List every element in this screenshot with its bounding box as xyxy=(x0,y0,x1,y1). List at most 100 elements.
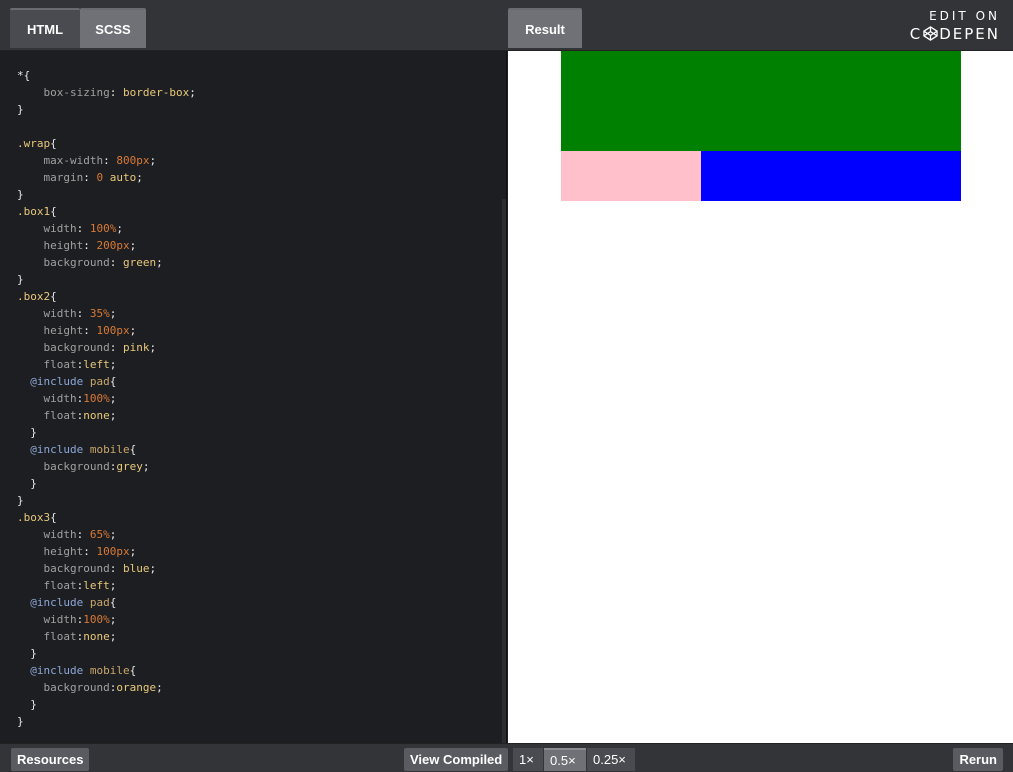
code-token: .box2 xyxy=(17,290,51,303)
code-line: box-sizing: border-box; xyxy=(17,84,196,101)
code-token: ; xyxy=(109,579,117,592)
code-token: ; xyxy=(156,256,163,269)
code-token: width xyxy=(17,392,77,405)
code-token: 800px xyxy=(116,154,150,167)
code-token: 100% xyxy=(83,613,110,626)
code-token: ; xyxy=(149,562,157,575)
code-token: { xyxy=(50,290,57,303)
code-token: grey xyxy=(116,460,143,473)
code-token: } xyxy=(17,647,37,660)
scss-editor[interactable]: *{ box-sizing: border-box;} .wrap{ max-wi… xyxy=(0,51,507,743)
code-token: @include xyxy=(17,443,84,456)
code-token: height xyxy=(17,545,84,558)
zoom-0-25x-button[interactable]: 0.25× xyxy=(587,748,635,771)
code-token: .wrap xyxy=(17,137,51,150)
tab-result[interactable]: Result xyxy=(508,8,582,48)
code-token: { xyxy=(129,664,137,677)
code-line: background:grey; xyxy=(17,458,196,475)
code-token: orange xyxy=(116,681,157,694)
code-token: { xyxy=(109,596,117,609)
zoom-1x-button[interactable]: 1× xyxy=(513,748,543,771)
code-token: ; xyxy=(129,324,137,337)
tab-scss[interactable]: SCSS xyxy=(80,8,146,48)
code-token: 100px xyxy=(96,545,130,558)
code-token: : xyxy=(83,171,97,184)
code-token: left xyxy=(83,358,110,371)
code-token: ; xyxy=(189,86,196,99)
code-token: ; xyxy=(109,358,117,371)
code-line: height: 100px; xyxy=(17,543,196,560)
code-line: @include pad{ xyxy=(17,594,196,611)
code-token: : xyxy=(103,154,117,167)
code-token: ; xyxy=(156,681,163,694)
code-token: : xyxy=(83,324,97,337)
code-token: @include xyxy=(17,664,84,677)
code-line: } xyxy=(17,271,196,288)
zoom-0-5x-button[interactable]: 0.5× xyxy=(544,748,586,771)
code-token: ; xyxy=(109,409,117,422)
code-token: @include xyxy=(17,375,84,388)
code-token: *{ xyxy=(17,69,31,82)
top-header: HTML SCSS Result EDIT ON C DEPEN xyxy=(0,0,1013,51)
code-token: auto xyxy=(109,171,137,184)
code-token: margin xyxy=(17,171,84,184)
code-line: } xyxy=(17,645,196,662)
brand-c: C xyxy=(909,25,923,43)
preview-box1 xyxy=(561,51,961,151)
code-token: width xyxy=(17,222,77,235)
code-token: pad xyxy=(89,375,110,388)
code-line: } xyxy=(17,492,196,509)
code-token: float xyxy=(17,579,77,592)
code-token: : xyxy=(109,562,123,575)
code-line: .box3{ xyxy=(17,509,196,526)
view-compiled-button[interactable]: View Compiled xyxy=(404,748,509,771)
code-token: { xyxy=(50,511,57,524)
code-token: ; xyxy=(129,239,137,252)
code-token: ; xyxy=(149,341,157,354)
brand-line2: C DEPEN xyxy=(910,24,1000,44)
code-token: } xyxy=(17,698,37,711)
code-token: } xyxy=(17,426,37,439)
editor-scrollbar[interactable] xyxy=(502,199,506,743)
code-line: @include pad{ xyxy=(17,373,196,390)
code-line: float:none; xyxy=(17,407,196,424)
code-token: { xyxy=(50,137,57,150)
code-token: 100% xyxy=(83,392,110,405)
code-line: height: 200px; xyxy=(17,237,196,254)
code-line: background:orange; xyxy=(17,679,196,696)
code-line: @include mobile{ xyxy=(17,662,196,679)
code-token: float xyxy=(17,358,77,371)
rerun-button[interactable]: Rerun xyxy=(953,748,1003,771)
code-line: float:left; xyxy=(17,577,196,594)
code-line: background: blue; xyxy=(17,560,196,577)
code-line: width: 65%; xyxy=(17,526,196,543)
code-token: background xyxy=(17,562,110,575)
code-token: : xyxy=(76,307,90,320)
edit-on-codepen-link[interactable]: EDIT ON C DEPEN xyxy=(910,8,1000,44)
code-token: height xyxy=(17,324,84,337)
resources-button[interactable]: Resources xyxy=(11,748,90,771)
code-line: .box1{ xyxy=(17,203,196,220)
code-line: width: 35%; xyxy=(17,305,196,322)
code-line: max-width: 800px; xyxy=(17,152,196,169)
code-token: ; xyxy=(116,222,123,235)
code-line: background: green; xyxy=(17,254,196,271)
code-token: @include xyxy=(17,596,84,609)
code-token: left xyxy=(83,579,110,592)
code-lines: *{ box-sizing: border-box;} .wrap{ max-wi… xyxy=(17,67,196,730)
code-line: } xyxy=(17,475,196,492)
code-line: background: pink; xyxy=(17,339,196,356)
code-token: 65% xyxy=(89,528,110,541)
code-token: none xyxy=(83,409,110,422)
code-token: float xyxy=(17,630,77,643)
code-token: ; xyxy=(109,613,117,626)
code-token: mobile xyxy=(89,443,130,456)
brand-line1: EDIT ON xyxy=(929,9,1000,23)
code-token: background xyxy=(17,460,110,473)
tab-html[interactable]: HTML xyxy=(10,8,80,48)
code-line: } xyxy=(17,101,196,118)
